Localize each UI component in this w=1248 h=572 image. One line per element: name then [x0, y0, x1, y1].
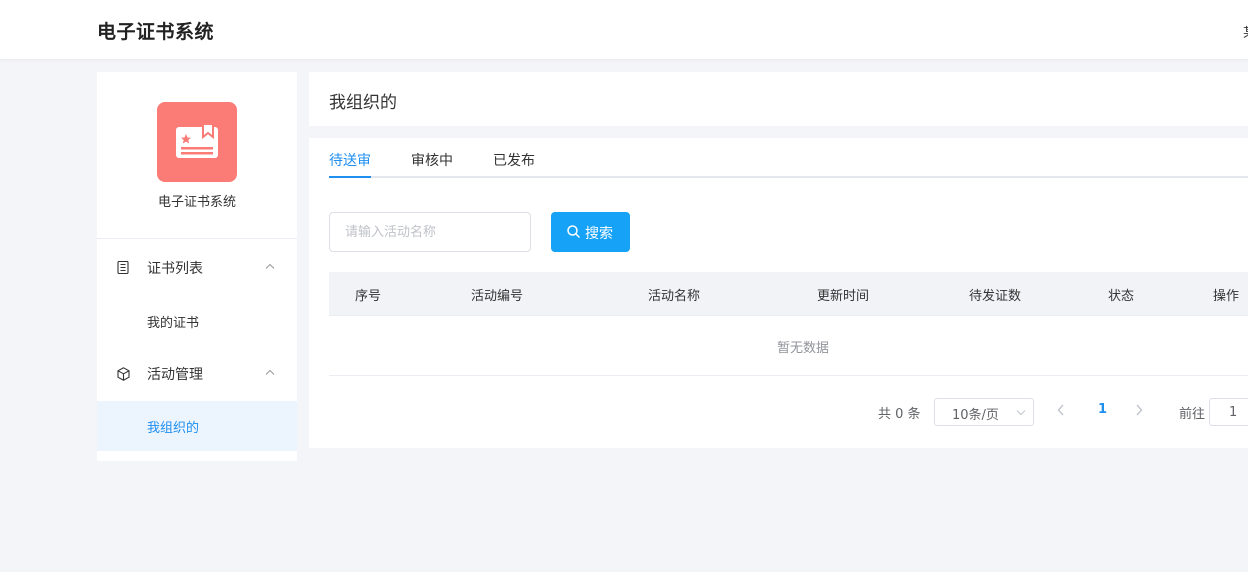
- sidebar-title: 电子证书系统: [157, 195, 236, 210]
- app-logo: [157, 102, 237, 182]
- current-page-number[interactable]: 1: [1098, 402, 1107, 417]
- status-tabs: 待送审 审核中 已发布: [329, 138, 1248, 178]
- chevron-up-icon: [265, 369, 275, 375]
- total-count: 共 0 条: [878, 407, 921, 422]
- tab-published[interactable]: 已发布: [493, 150, 535, 170]
- page-title: 我组织的: [329, 93, 397, 113]
- chevron-up-icon: [265, 263, 275, 269]
- column-header: 操作: [1213, 289, 1240, 304]
- activity-name-search-input[interactable]: [329, 212, 531, 252]
- menu-group-label: 活动管理: [147, 367, 203, 383]
- header-right-text[interactable]: 某: [1243, 22, 1248, 41]
- menu-item-my-organized[interactable]: 我组织的: [97, 401, 297, 451]
- goto-label: 前往: [1179, 407, 1206, 422]
- goto-page-input[interactable]: [1209, 398, 1248, 426]
- tab-pending-submission[interactable]: 待送审: [329, 150, 371, 170]
- search-button[interactable]: 搜索: [551, 212, 630, 252]
- brand-title: 电子证书系统: [97, 21, 215, 43]
- menu-item-my-certificates[interactable]: 我的证书: [97, 296, 297, 346]
- page-size-value: 10条/页: [952, 408, 999, 423]
- content-panel: 待送审 审核中 已发布 搜索 序号 活动编号 活动名称 更新时间 待发证数 状态…: [309, 138, 1248, 448]
- menu-group-label: 证书列表: [147, 261, 203, 277]
- top-header: 电子证书系统 某: [0, 0, 1248, 60]
- menu-item-label: 我的证书: [147, 316, 200, 331]
- table-empty-row: 暂无数据: [329, 316, 1248, 376]
- table-header: 序号 活动编号 活动名称 更新时间 待发证数 状态 操作: [329, 272, 1248, 316]
- tab-under-review[interactable]: 审核中: [411, 150, 453, 170]
- column-header: 待发证数: [969, 289, 1022, 304]
- document-icon: [117, 261, 129, 274]
- cube-icon: [117, 367, 130, 381]
- empty-text: 暂无数据: [776, 341, 829, 356]
- column-header: 活动编号: [471, 289, 524, 304]
- search-icon: [567, 225, 580, 238]
- certificate-icon: [176, 124, 218, 158]
- column-header: 状态: [1108, 289, 1135, 304]
- column-header: 活动名称: [648, 289, 701, 304]
- column-header: 更新时间: [817, 289, 870, 304]
- chevron-down-icon: [1016, 410, 1026, 416]
- search-button-label: 搜索: [585, 226, 613, 242]
- page-size-select[interactable]: 10条/页: [934, 398, 1034, 426]
- pagination: 共 0 条 10条/页 1 前往: [309, 396, 1248, 428]
- active-tab-indicator: [329, 176, 371, 178]
- sidebar: 电子证书系统 证书列表 我的证书 活动管理 我组织的: [97, 72, 297, 461]
- menu-item-label: 我组织的: [147, 421, 200, 436]
- column-header: 序号: [355, 289, 382, 304]
- menu-group-certificate-list[interactable]: 证书列表: [97, 241, 297, 294]
- page-title-panel: 我组织的: [309, 72, 1248, 126]
- sidebar-divider: [97, 238, 297, 239]
- menu-group-activity-management[interactable]: 活动管理: [97, 347, 297, 400]
- next-page-icon[interactable]: [1135, 404, 1143, 416]
- prev-page-icon[interactable]: [1057, 404, 1065, 416]
